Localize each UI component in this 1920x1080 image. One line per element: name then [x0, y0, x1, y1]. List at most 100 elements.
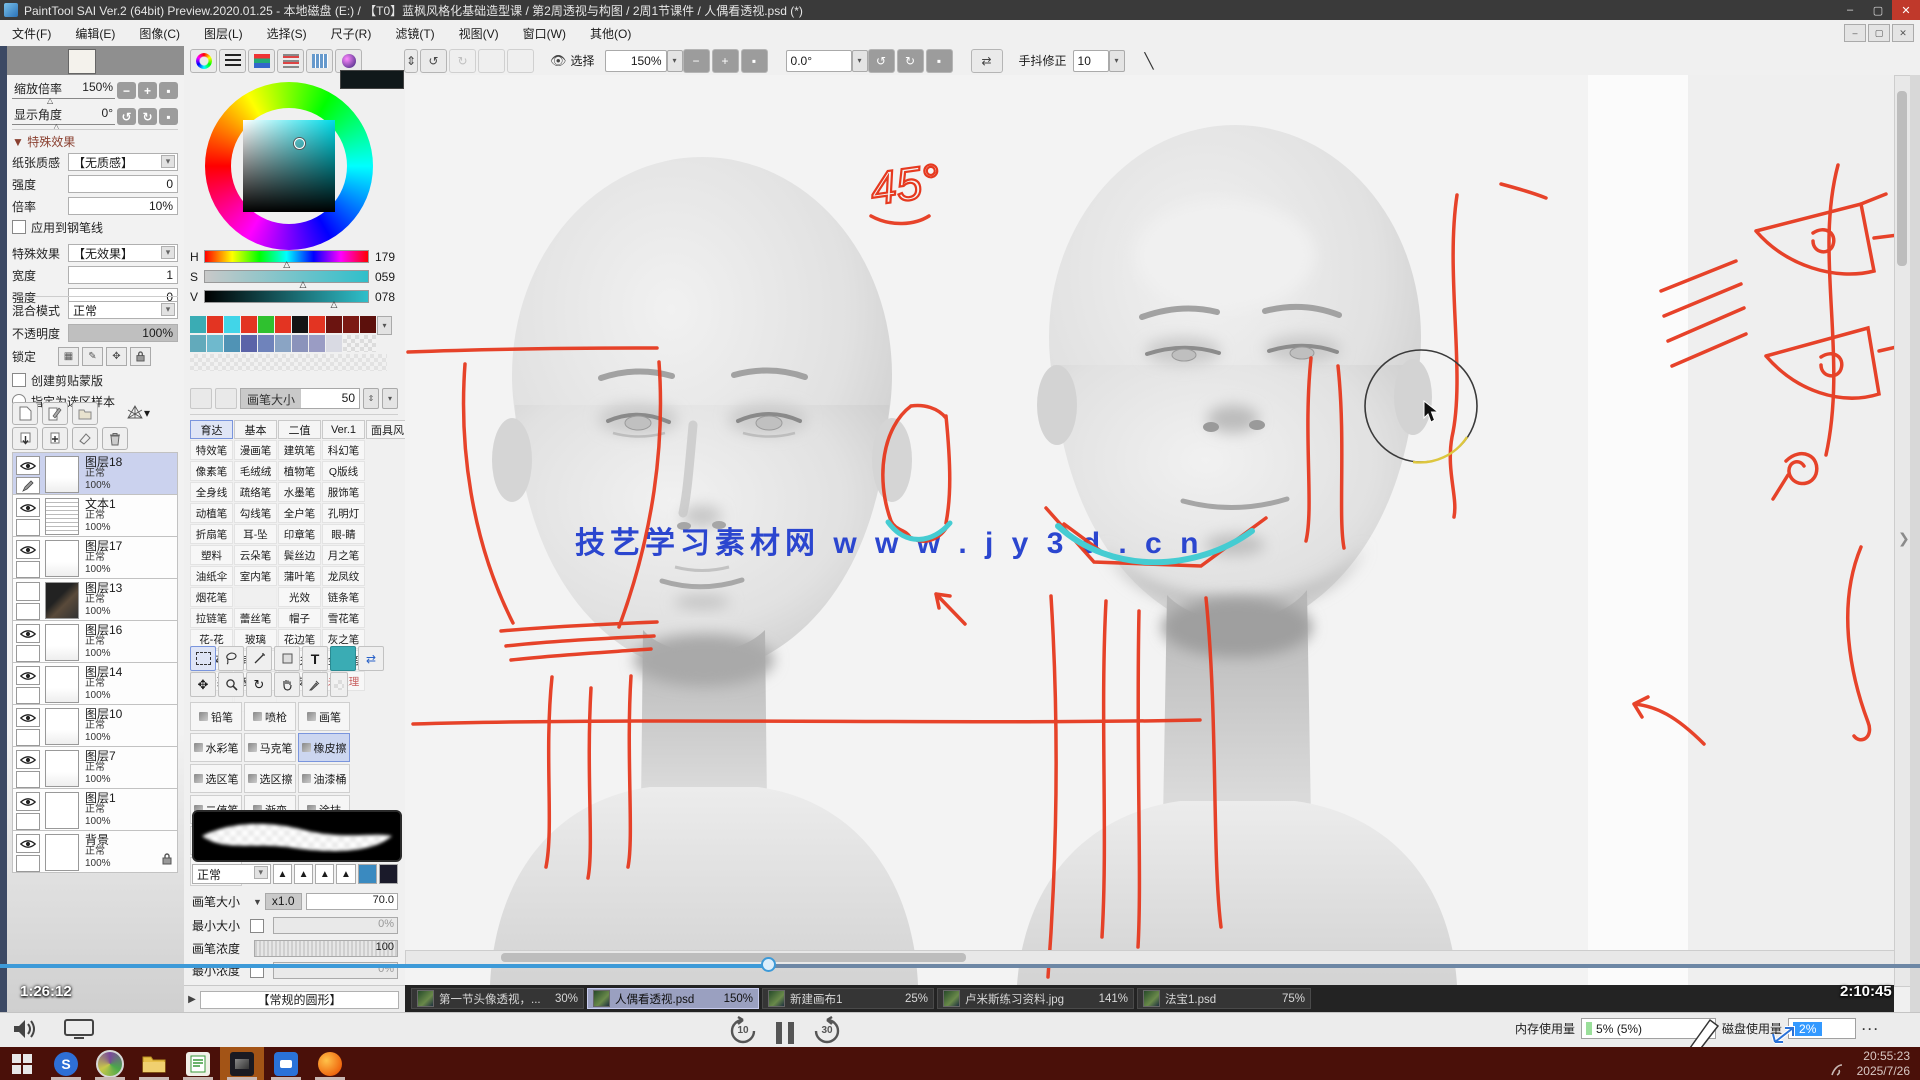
new-folder-button[interactable] — [72, 402, 98, 425]
copy-layer-button[interactable] — [42, 427, 68, 450]
display-icon[interactable] — [64, 1018, 94, 1040]
brush-preset[interactable]: 油纸伞 — [190, 566, 233, 586]
zoom-reset-button[interactable]: ▪ — [741, 49, 768, 73]
status-more[interactable]: ··· — [1862, 1022, 1880, 1036]
layer-sub-toggle[interactable] — [16, 771, 40, 788]
brush-preset[interactable]: 建筑笔 — [278, 440, 321, 460]
rewind-10-button[interactable]: 10 — [728, 1016, 758, 1046]
brush-preset[interactable]: 眼-睛 — [322, 524, 365, 544]
menu-item-9[interactable]: 其他(O) — [578, 21, 643, 46]
brush-preset[interactable]: 云朵笔 — [234, 545, 277, 565]
stabilizer-dropdown[interactable]: ▾ — [1109, 50, 1125, 72]
brush-preset[interactable]: 孔明灯 — [322, 503, 365, 523]
fx-width-field[interactable]: 1 — [68, 266, 178, 284]
nav-zoom-slider[interactable]: 缩放倍率 150% △ — [12, 80, 115, 99]
brush-tool-橡皮擦[interactable]: 橡皮擦 — [298, 733, 350, 762]
selection-eye-icon[interactable]: 👁 — [550, 53, 567, 69]
current-color-swatch[interactable] — [330, 646, 356, 671]
brush-preset[interactable]: 帽子 — [278, 608, 321, 628]
layer-sub-toggle[interactable] — [16, 477, 40, 494]
tool-move[interactable]: ✥ — [190, 672, 216, 697]
color-swatch[interactable] — [224, 316, 240, 333]
delete-layer-button[interactable] — [102, 427, 128, 450]
brush-preset[interactable]: 链条笔 — [322, 587, 365, 607]
document-tab[interactable]: 新建画布1 25% — [762, 988, 934, 1009]
layer-row[interactable]: 图层17 正常 100% — [12, 537, 178, 579]
new-layer-button[interactable] — [12, 402, 38, 425]
panel-slider-toggle[interactable] — [277, 49, 304, 73]
brush-tool-油漆桶[interactable]: 油漆桶 — [298, 764, 350, 793]
brush-preset[interactable]: 毛绒绒 — [234, 461, 277, 481]
panel-swatch-toggle[interactable] — [306, 49, 333, 73]
special-effects-header[interactable]: ▼ 特殊效果 — [12, 133, 75, 150]
brush-preset[interactable]: 水墨笔 — [278, 482, 321, 502]
lock-all-icon[interactable] — [130, 347, 151, 366]
layer-row[interactable]: 背景 正常 100% — [12, 831, 178, 873]
zoom-field[interactable]: 150% — [605, 50, 667, 72]
taskbar-icon-netdisk[interactable] — [264, 1047, 308, 1080]
redo-button[interactable]: ↻ — [449, 49, 476, 73]
brush-tool-选区擦[interactable]: 选区擦 — [244, 764, 296, 793]
zoom-dropdown[interactable]: ▾ — [667, 50, 683, 72]
nav-zoom-reset-button[interactable]: ▪ — [159, 82, 178, 99]
brush-preset[interactable]: 耳-坠 — [234, 524, 277, 544]
brush-preset[interactable]: Q版线 — [322, 461, 365, 481]
brush-preset[interactable]: 塑料 — [190, 545, 233, 565]
deselect-button[interactable] — [478, 49, 505, 73]
layer-visibility-toggle[interactable] — [16, 750, 40, 769]
brush-tab-基本[interactable]: 基本 — [234, 420, 277, 439]
brush-preset[interactable]: 科幻笔 — [322, 440, 365, 460]
layer-row[interactable]: 图层7 正常 100% — [12, 747, 178, 789]
min-size-checkbox[interactable] — [250, 919, 264, 933]
menu-item-1[interactable]: 编辑(E) — [63, 21, 127, 46]
taskbar-icon-wps[interactable] — [176, 1047, 220, 1080]
tool-magic-wand[interactable] — [246, 646, 272, 671]
brush-preset[interactable]: 全户笔 — [278, 503, 321, 523]
color-swatch[interactable] — [326, 335, 342, 352]
brush-preset[interactable]: 室内笔 — [234, 566, 277, 586]
hue-slider[interactable]: △ — [204, 250, 369, 263]
min-size-slider[interactable]: 0% — [273, 917, 398, 934]
tool-extra[interactable] — [330, 672, 348, 697]
brush-tip-3[interactable]: ▲ — [315, 864, 334, 884]
transfer-down-button[interactable] — [12, 427, 38, 450]
scale-field[interactable]: 10% — [68, 197, 178, 215]
brush-tab-Ver.1[interactable]: Ver.1 — [322, 420, 365, 439]
brush-preset[interactable]: 全身线 — [190, 482, 233, 502]
angle-field[interactable]: 0.0° — [786, 50, 852, 72]
layer-visibility-toggle[interactable] — [16, 708, 40, 727]
angle-dropdown[interactable]: ▾ — [852, 50, 868, 72]
clear-layer-button[interactable] — [72, 427, 98, 450]
canvas-area[interactable]: 技艺学习素材网 w w w . j y 3 d . c n — [405, 75, 1894, 985]
menu-item-6[interactable]: 滤镜(T) — [383, 21, 446, 46]
color-swatch[interactable] — [241, 335, 257, 352]
sat-slider[interactable]: △ — [204, 270, 369, 283]
brush-preset[interactable]: 折扇笔 — [190, 524, 233, 544]
brush-preset[interactable]: 特效笔 — [190, 440, 233, 460]
blend-mode-dropdown[interactable]: 正常 — [68, 301, 178, 319]
brush-preset[interactable]: 月之笔 — [322, 545, 365, 565]
taskbar-icon-firefox[interactable] — [308, 1047, 352, 1080]
tool-zoom[interactable] — [218, 672, 244, 697]
brush-preset[interactable]: 植物笔 — [278, 461, 321, 481]
color-swatch[interactable] — [292, 316, 308, 333]
brush-tip-2[interactable]: ▲ — [294, 864, 313, 884]
brush-preset[interactable]: 蕾丝笔 — [234, 608, 277, 628]
layer-visibility-toggle[interactable] — [16, 834, 40, 853]
menu-item-8[interactable]: 窗口(W) — [511, 21, 578, 46]
fx-dropdown[interactable]: 【无效果】 — [68, 244, 178, 262]
strength1-field[interactable]: 0 — [68, 175, 178, 193]
brush-tip-6[interactable] — [379, 864, 398, 884]
layer-sub-toggle[interactable] — [16, 561, 40, 578]
brush-tab-面具风[interactable]: 面具风 — [366, 420, 409, 439]
new-pen-layer-button[interactable] — [42, 402, 68, 425]
brush-tool-水彩笔[interactable]: 水彩笔 — [190, 733, 242, 762]
taskbar-clock[interactable]: 20:55:232025/7/26 — [1857, 1049, 1910, 1079]
panel-color-wheel-toggle[interactable] — [190, 49, 217, 73]
document-tab[interactable]: 法宝1.psd 75% — [1137, 988, 1311, 1009]
nav-angle-slider[interactable]: 显示角度 0° △ — [12, 106, 115, 125]
brush-tool-选区笔[interactable]: 选区笔 — [190, 764, 242, 793]
layer-visibility-toggle[interactable] — [16, 666, 40, 685]
layer-sub-toggle[interactable] — [16, 603, 40, 620]
layer-row[interactable]: 图层16 正常 100% — [12, 621, 178, 663]
